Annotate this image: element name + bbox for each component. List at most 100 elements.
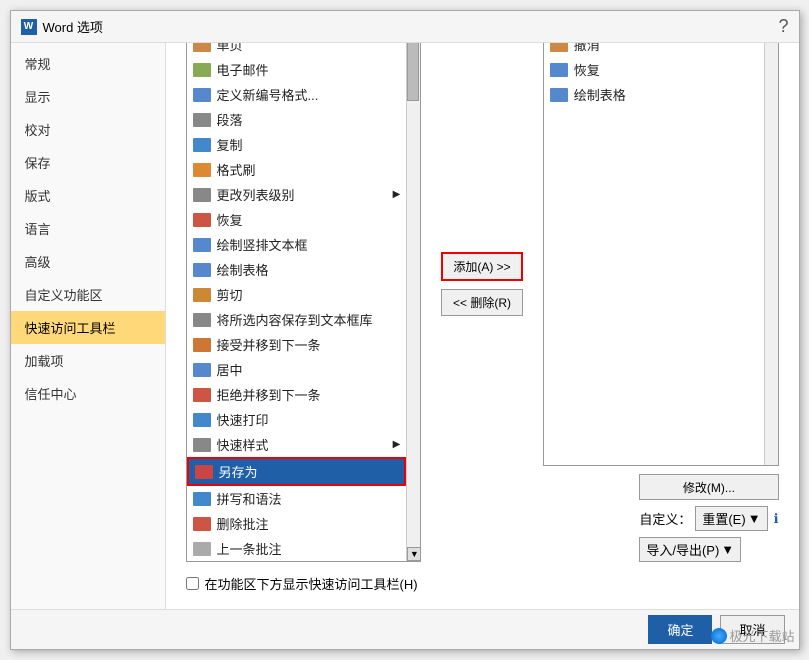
sidebar-item-language[interactable]: 语言 <box>11 212 165 245</box>
list-item[interactable]: 复制 <box>187 132 407 157</box>
right-list-item[interactable]: 恢复 <box>544 57 764 82</box>
sidebar-item-general[interactable]: 常规 <box>11 47 165 80</box>
customize-row: 自定义： 重置(E) ▼ ℹ <box>639 506 778 531</box>
list-item[interactable]: 电子邮件 <box>187 57 407 82</box>
list-item-icon <box>193 542 211 556</box>
list-item[interactable]: 快速样式 ▶ <box>187 432 407 457</box>
list-item[interactable]: 格式刷 <box>187 157 407 182</box>
sidebar-item-advanced[interactable]: 高级 <box>11 245 165 278</box>
list-item[interactable]: 绘制竖排文本框 <box>187 232 407 257</box>
list-item-icon <box>193 263 211 277</box>
panels-row: 打印预览和打印单页电子邮件定义新编号格式...段落复制格式刷更改列表级别▶恢复绘… <box>186 43 779 562</box>
title-bar-left: W Word 选项 <box>21 17 103 36</box>
right-item-label: 撤消 <box>574 43 600 54</box>
list-item[interactable]: 剪切 <box>187 282 407 307</box>
watermark: 极光下载站 <box>711 626 794 645</box>
list-item[interactable]: 段落 <box>187 107 407 132</box>
list-item-icon <box>195 465 213 479</box>
watermark-logo <box>711 628 727 644</box>
ok-button[interactable]: 确定 <box>648 615 712 644</box>
scroll-down-btn[interactable]: ▼ <box>407 547 420 561</box>
right-bottom: 修改(M)... 自定义： 重置(E) ▼ ℹ 导入/导出(P) <box>639 474 778 562</box>
customize-info-icon[interactable]: ℹ <box>774 511 779 527</box>
remove-button[interactable]: << 删除(R) <box>441 289 522 316</box>
list-item-label: 将所选内容保存到文本框库 <box>217 310 373 329</box>
right-expand-btn[interactable]: ▶ <box>764 43 778 465</box>
footer: 极光下载站 确定 取消 <box>11 609 799 649</box>
left-list[interactable]: 打印预览和打印单页电子邮件定义新编号格式...段落复制格式刷更改列表级别▶恢复绘… <box>187 43 407 561</box>
right-item-icon <box>550 63 568 77</box>
list-item[interactable]: 绘制表格 <box>187 257 407 282</box>
list-item[interactable]: 上一条批注 <box>187 536 407 561</box>
main-content: 自定义快速访问工具栏。 从下列位置选择命令(C): ℹ 常用命令 ▼ 自 <box>166 43 799 609</box>
left-list-panel: 打印预览和打印单页电子邮件定义新编号格式...段落复制格式刷更改列表级别▶恢复绘… <box>186 43 422 562</box>
list-item-icon <box>193 138 211 152</box>
sidebar-item-display[interactable]: 显示 <box>11 80 165 113</box>
left-scrollbar[interactable]: ▲ ▼ <box>406 43 420 561</box>
reset-arrow: ▼ <box>748 511 761 526</box>
list-item-icon <box>193 288 211 302</box>
list-item-icon <box>193 238 211 252</box>
list-item[interactable]: 居中 <box>187 357 407 382</box>
sidebar-item-layout[interactable]: 版式 <box>11 179 165 212</box>
list-item[interactable]: 接受并移到下一条 <box>187 332 407 357</box>
list-item-label: 绘制表格 <box>217 260 269 279</box>
sidebar-item-quick-access[interactable]: 快速访问工具栏 <box>11 311 165 344</box>
list-item-label: 居中 <box>217 360 243 379</box>
list-item-icon <box>193 492 211 506</box>
list-item-label: 电子邮件 <box>217 60 269 79</box>
list-item-icon <box>193 517 211 531</box>
list-item-icon <box>193 113 211 127</box>
list-item[interactable]: 恢复 <box>187 207 407 232</box>
title-bar: W Word 选项 ? <box>11 11 799 43</box>
show-below-ribbon-checkbox[interactable] <box>186 577 199 590</box>
list-item-label: 段落 <box>217 110 243 129</box>
list-item-icon <box>193 163 211 177</box>
sidebar-item-addins[interactable]: 加载项 <box>11 344 165 377</box>
help-icon[interactable]: ? <box>778 16 788 37</box>
list-item[interactable]: 拼写和语法 <box>187 486 407 511</box>
list-item[interactable]: 拒绝并移到下一条 <box>187 382 407 407</box>
list-item[interactable]: 另存为 <box>187 457 407 486</box>
add-button[interactable]: 添加(A) >> <box>441 252 522 281</box>
list-item-icon <box>193 213 211 227</box>
list-item-label: 格式刷 <box>217 160 256 179</box>
watermark-text: 极光下载站 <box>729 626 794 645</box>
scroll-thumb[interactable] <box>407 43 419 101</box>
list-item-icon <box>193 63 211 77</box>
dialog-title: Word 选项 <box>43 17 103 36</box>
checkbox-label[interactable]: 在功能区下方显示快速访问工具栏(H) <box>205 574 418 593</box>
submenu-arrow: ▶ <box>393 439 401 450</box>
list-item[interactable]: 定义新编号格式... <box>187 82 407 107</box>
list-item-label: 恢复 <box>217 210 243 229</box>
import-export-dropdown[interactable]: 导入/导出(P) ▼ <box>639 537 741 562</box>
right-panel-container: 保存撤消恢复绘制表格 ▶ 修改(M)... 自定义： 重置(E) ▼ <box>543 43 779 562</box>
list-item-icon <box>193 88 211 102</box>
list-item-label: 复制 <box>217 135 243 154</box>
right-list-item[interactable]: 绘制表格 <box>544 82 764 107</box>
right-item-icon <box>550 88 568 102</box>
sidebar-item-customize-ribbon[interactable]: 自定义功能区 <box>11 278 165 311</box>
right-list-item[interactable]: 撤消 <box>544 43 764 57</box>
list-item[interactable]: 更改列表级别▶ <box>187 182 407 207</box>
reset-dropdown[interactable]: 重置(E) ▼ <box>695 506 767 531</box>
list-item-label: 删除批注 <box>217 514 269 533</box>
list-item[interactable]: 删除批注 <box>187 511 407 536</box>
list-item-icon <box>193 438 211 452</box>
word-icon: W <box>21 19 37 35</box>
list-item-label: 拒绝并移到下一条 <box>217 385 321 404</box>
sidebar-item-trust-center[interactable]: 信任中心 <box>11 377 165 410</box>
list-item[interactable]: 快速打印 <box>187 407 407 432</box>
sidebar-item-save[interactable]: 保存 <box>11 146 165 179</box>
list-item[interactable]: 单页 <box>187 43 407 57</box>
list-item-label: 上一条批注 <box>217 539 282 558</box>
modify-button[interactable]: 修改(M)... <box>639 474 778 500</box>
list-item-label: 快速样式 <box>217 435 269 454</box>
left-scroll-container: 打印预览和打印单页电子邮件定义新编号格式...段落复制格式刷更改列表级别▶恢复绘… <box>187 43 421 561</box>
right-item-label: 恢复 <box>574 60 600 79</box>
right-list[interactable]: 保存撤消恢复绘制表格 <box>544 43 764 465</box>
import-row: 导入/导出(P) ▼ <box>639 537 778 562</box>
list-item[interactable]: 将所选内容保存到文本框库 <box>187 307 407 332</box>
list-item-icon <box>193 188 211 202</box>
sidebar-item-proofing[interactable]: 校对 <box>11 113 165 146</box>
